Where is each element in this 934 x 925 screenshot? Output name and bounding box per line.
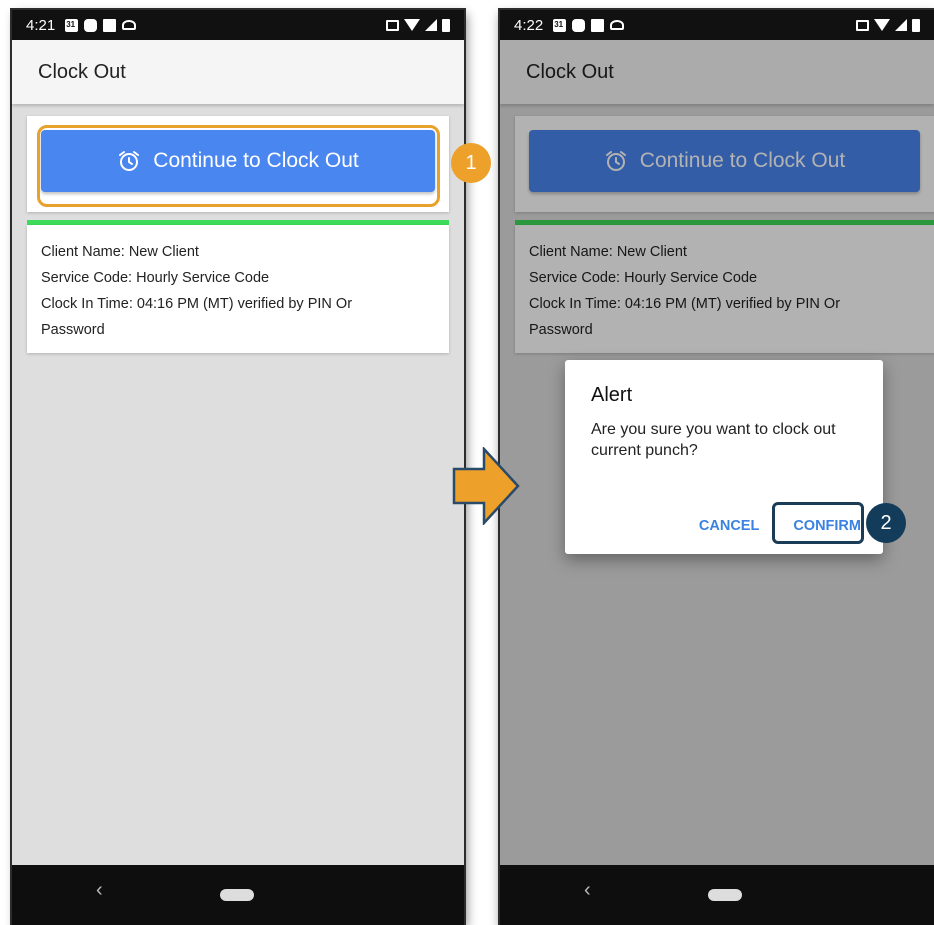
clock-in-time: Clock In Time: 04:16 PM (MT) verified by… xyxy=(41,296,353,312)
back-icon[interactable]: ‹ xyxy=(584,879,591,902)
app-notification-icon xyxy=(84,18,98,32)
home-icon[interactable] xyxy=(220,889,254,901)
step-2-badge: 2 xyxy=(866,503,906,543)
app-bar: Clock Out xyxy=(12,40,464,104)
mail-icon xyxy=(591,18,605,32)
status-bar: 4:22 xyxy=(500,10,934,40)
cancel-button[interactable]: CANCEL xyxy=(699,518,759,534)
dialog-title: Alert xyxy=(591,384,633,406)
wifi-icon xyxy=(874,19,890,31)
step-1-highlight xyxy=(37,125,440,207)
service-code: Service Code: Hourly Service Code xyxy=(41,270,270,286)
clock-in-time-cont: Password xyxy=(41,322,105,338)
wifi-icon xyxy=(404,19,420,31)
battery-icon xyxy=(442,18,450,32)
calendar-icon xyxy=(553,18,567,32)
navigation-bar: ‹ xyxy=(12,865,464,925)
status-time: 4:21 xyxy=(26,16,56,34)
status-time: 4:22 xyxy=(514,16,544,34)
app-notification-icon xyxy=(572,18,586,32)
mail-icon xyxy=(103,18,117,32)
status-bar: 4:21 xyxy=(12,10,464,40)
cast-icon xyxy=(856,19,869,31)
back-icon[interactable]: ‹ xyxy=(96,879,103,902)
radio-icon xyxy=(610,20,625,30)
signal-icon xyxy=(895,19,907,31)
phone-screen-after: 4:22 Clock Out Continue to Clock Out C xyxy=(500,10,934,925)
right-arrow-icon xyxy=(452,447,520,525)
radio-icon xyxy=(122,20,137,30)
signal-icon xyxy=(425,19,437,31)
step-2-highlight xyxy=(772,502,864,544)
dialog-message: Are you sure you want to clock out curre… xyxy=(591,421,836,459)
battery-icon xyxy=(912,18,920,32)
home-icon[interactable] xyxy=(708,889,742,901)
step-1-badge: 1 xyxy=(451,143,491,183)
punch-info-card: Client Name: New Client Service Code: Ho… xyxy=(27,225,449,353)
navigation-bar: ‹ xyxy=(500,865,934,925)
client-name: Client Name: New Client xyxy=(41,244,199,260)
calendar-icon xyxy=(65,18,79,32)
page-title: Clock Out xyxy=(38,60,126,83)
cast-icon xyxy=(386,19,399,31)
